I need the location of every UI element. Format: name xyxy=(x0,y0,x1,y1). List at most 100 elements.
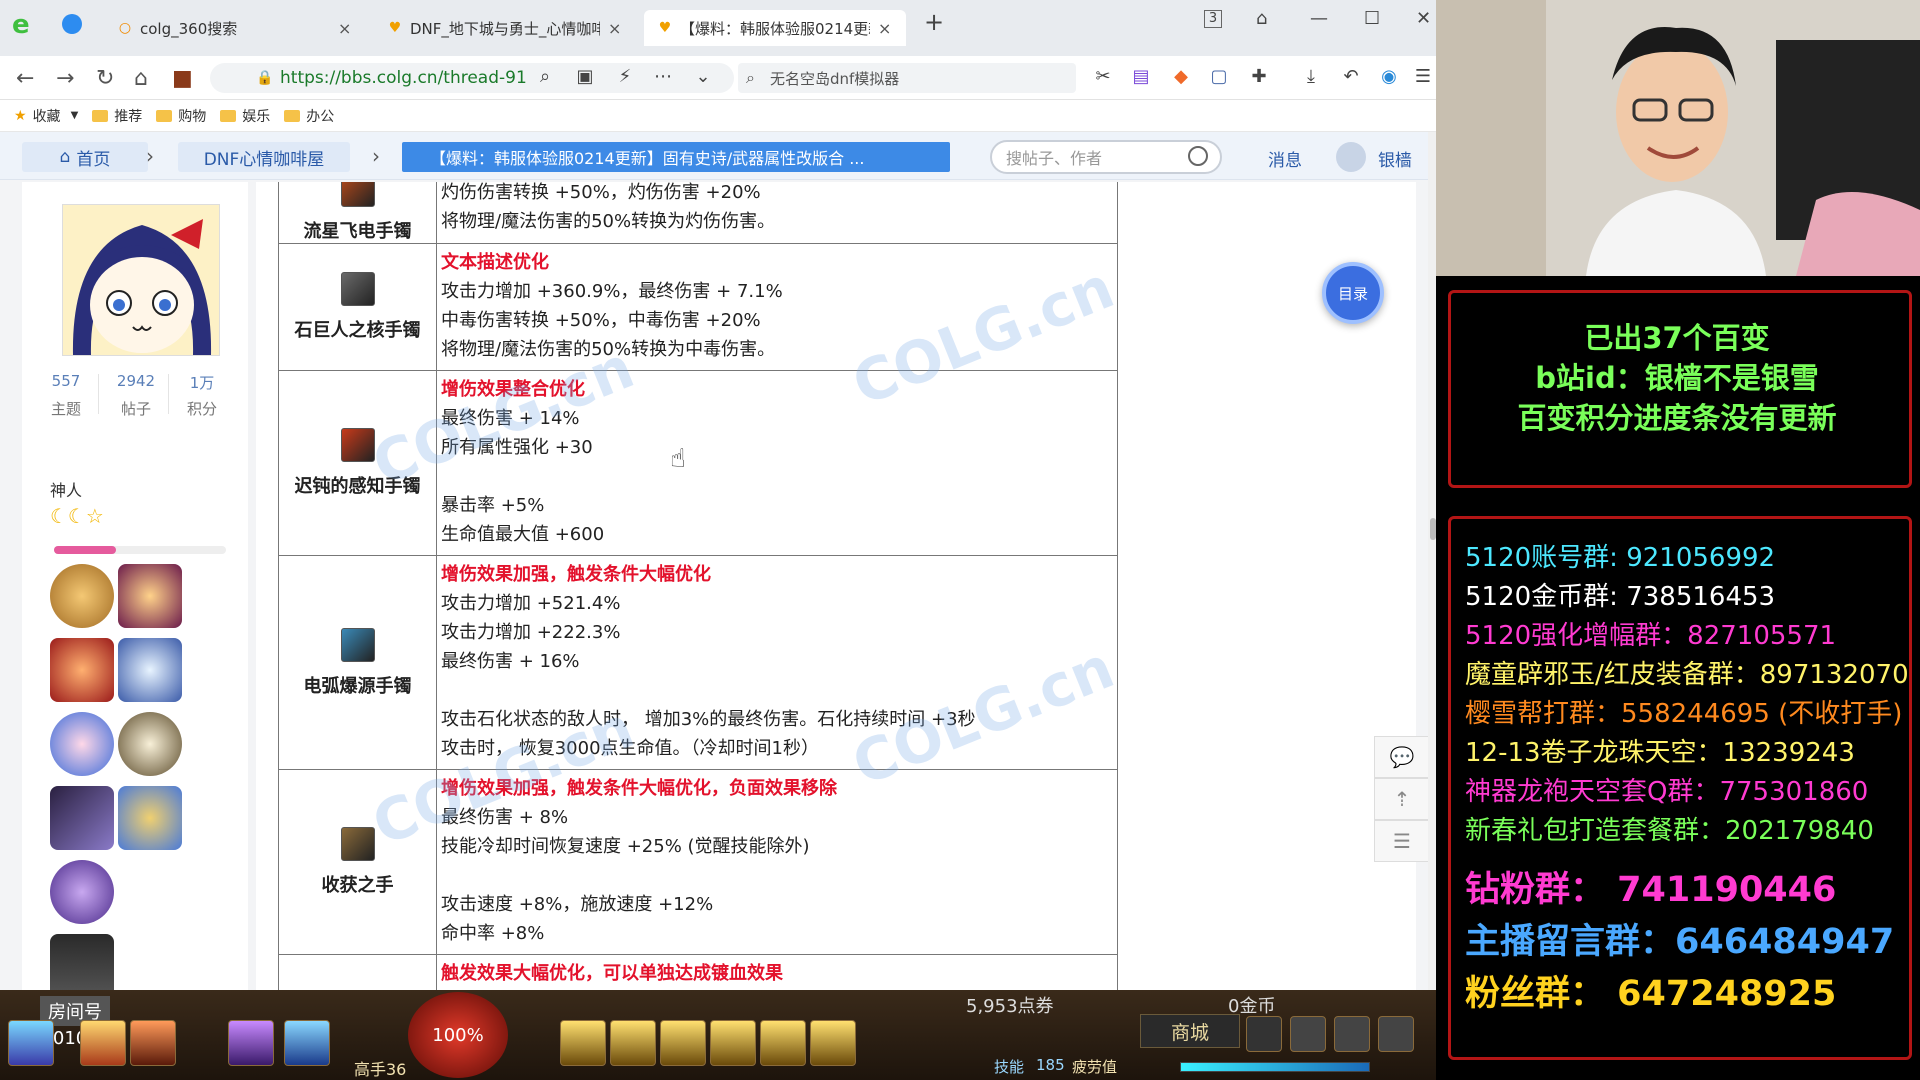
menu-slot-icon[interactable] xyxy=(1378,1016,1414,1052)
toc-button[interactable]: 目录 xyxy=(1322,262,1384,324)
medal-red-icon[interactable] xyxy=(50,638,114,702)
close-icon[interactable]: × xyxy=(608,19,621,38)
download-icon[interactable]: ⤓ xyxy=(1300,66,1322,88)
medal-hex-icon[interactable] xyxy=(50,860,114,924)
hp-orb: 100% xyxy=(408,992,508,1078)
close-icon[interactable]: × xyxy=(878,19,891,38)
lightning-icon[interactable]: ⚡ xyxy=(614,66,636,88)
send-icon[interactable] xyxy=(62,14,82,34)
thread-title[interactable]: 【爆料：韩服体验服0214更新】固有史诗/武器属性改版合 ... xyxy=(402,142,950,172)
stat-points-value[interactable]: 1万 xyxy=(172,372,232,393)
search-icon: ○ xyxy=(118,20,132,36)
image-icon[interactable]: ▣ xyxy=(574,66,596,88)
skill-slot-icon[interactable] xyxy=(560,1020,606,1066)
undo-icon[interactable]: ↶ xyxy=(1340,66,1362,88)
item-icon xyxy=(340,272,375,306)
close-window-button[interactable]: ✕ xyxy=(1416,8,1431,29)
menu-grid-icon[interactable] xyxy=(1246,1016,1282,1052)
medal-badge-icon[interactable] xyxy=(118,712,182,776)
more-icon[interactable]: ⋯ xyxy=(652,66,674,88)
close-icon[interactable]: × xyxy=(338,19,351,38)
comment-button[interactable]: 💬 xyxy=(1374,736,1430,778)
bookmark-folder[interactable]: 娱乐 xyxy=(220,106,270,126)
shop-button[interactable]: 商城 xyxy=(1140,1014,1240,1048)
level-progress-bar xyxy=(54,546,226,554)
medal-monkey-icon[interactable] xyxy=(50,564,114,628)
skill-slot-icon[interactable] xyxy=(228,1020,274,1066)
maximize-button[interactable]: ☐ xyxy=(1364,8,1380,29)
home-button[interactable]: ⌂ xyxy=(134,66,148,91)
stat-line: 命中率 +8% xyxy=(441,923,545,944)
scissors-icon[interactable]: ✂ xyxy=(1092,66,1114,88)
puzzle-icon[interactable]: ✚ xyxy=(1248,66,1270,88)
tab-title: DNF_地下城与勇士_心情咖啡屋 xyxy=(410,19,600,38)
menu-slot-icon[interactable] xyxy=(1290,1016,1326,1052)
browser-logo-icon: e xyxy=(12,10,30,40)
skill-slot-icon[interactable] xyxy=(130,1020,176,1066)
browser-search-input[interactable]: ⌕ 无名空岛dnf模拟器 xyxy=(738,63,1076,93)
group-line: 5120强化增幅群：827105571 xyxy=(1465,621,1837,651)
skill-slot-icon[interactable] xyxy=(810,1020,856,1066)
box-icon[interactable]: ▢ xyxy=(1208,66,1230,88)
tab-dnf-forum[interactable]: ♥ DNF_地下城与勇士_心情咖啡屋 × xyxy=(374,10,636,46)
user-avatar-icon[interactable] xyxy=(1336,142,1366,172)
breadcrumb-board[interactable]: DNF心情咖啡屋 xyxy=(178,142,350,172)
group-line: 樱雪帮打群：558244695 (不收打手) xyxy=(1465,699,1903,729)
chevron-down-icon[interactable]: ⌄ xyxy=(692,66,714,88)
stat-posts-value[interactable]: 2942 xyxy=(106,372,166,390)
bookmark-folder[interactable]: 办公 xyxy=(284,106,334,126)
messages-link[interactable]: 消息 xyxy=(1268,146,1302,171)
shirt-icon[interactable]: ⌂ xyxy=(1256,8,1267,29)
zoom-icon[interactable]: ⌕ xyxy=(534,66,556,88)
profile-icon[interactable]: ◉ xyxy=(1378,66,1400,88)
minimize-button[interactable]: — xyxy=(1310,8,1328,29)
skill-slot-icon[interactable] xyxy=(8,1020,54,1066)
avatar[interactable] xyxy=(62,204,220,356)
new-tab-button[interactable]: + xyxy=(924,8,944,36)
folder-icon xyxy=(220,109,237,122)
medal-portrait-icon[interactable] xyxy=(50,934,114,990)
breadcrumb-home[interactable]: ⌂ 首页 xyxy=(22,142,148,172)
item-icon xyxy=(340,827,375,861)
scroll-top-button[interactable]: ⇡ xyxy=(1374,778,1430,820)
medal-crystal-icon[interactable] xyxy=(118,638,182,702)
medal-flame-icon[interactable] xyxy=(118,564,182,628)
skill-slot-icon[interactable] xyxy=(660,1020,706,1066)
forum-search-input[interactable]: 搜帖子、作者 xyxy=(990,140,1222,174)
bookmark-favorites[interactable]: ★ 收藏 ▼ xyxy=(14,106,78,126)
group-list-panel: 5120账号群: 921056992 5120金币群: 738516453 5120… xyxy=(1448,516,1912,1060)
chevron-right-icon: › xyxy=(372,144,380,168)
webcam-feed xyxy=(1436,0,1920,276)
tab-bar: e ○ colg_360搜索 × ♥ DNF_地下城与勇士_心情咖啡屋 × ♥ … xyxy=(0,0,1436,56)
list-button[interactable]: ☰ xyxy=(1374,820,1430,862)
back-button[interactable]: ← xyxy=(16,66,34,91)
search-icon[interactable] xyxy=(1188,146,1208,166)
game-icon[interactable]: ◆ xyxy=(1170,66,1192,88)
medal-shield-icon[interactable] xyxy=(118,786,182,850)
tab-thread-active[interactable]: ♥ 【爆料：韩服体验服0214更新 × xyxy=(644,10,906,46)
bookmark-folder[interactable]: 购物 xyxy=(156,106,206,126)
scrollbar[interactable] xyxy=(1428,132,1436,990)
skill-slot-icon[interactable] xyxy=(284,1020,330,1066)
bookmark-folder[interactable]: 推荐 xyxy=(92,106,142,126)
skill-slot-icon[interactable] xyxy=(760,1020,806,1066)
skill-slot-icon[interactable] xyxy=(80,1020,126,1066)
username-link[interactable]: 银樯 xyxy=(1378,146,1412,171)
tab-colg-search[interactable]: ○ colg_360搜索 × xyxy=(104,10,366,46)
reload-button[interactable]: ↻ xyxy=(96,66,114,91)
tab-count-badge[interactable]: 3 xyxy=(1204,10,1222,28)
medal-dark-icon[interactable] xyxy=(50,786,114,850)
star-icon: ★ xyxy=(14,107,27,124)
bookmark-label: 购物 xyxy=(178,108,207,125)
extension-icon[interactable]: ■ xyxy=(172,66,193,91)
menu-slot-icon[interactable] xyxy=(1334,1016,1370,1052)
item-name-cell xyxy=(278,954,437,990)
translate-icon[interactable]: ▤ xyxy=(1130,66,1152,88)
stat-topics-value[interactable]: 557 xyxy=(36,372,96,390)
medal-girl-icon[interactable] xyxy=(50,712,114,776)
skill-slot-icon[interactable] xyxy=(610,1020,656,1066)
menu-icon[interactable]: ☰ xyxy=(1412,66,1434,88)
skill-slot-icon[interactable] xyxy=(710,1020,756,1066)
stat-posts-label: 帖子 xyxy=(120,400,151,418)
forward-button[interactable]: → xyxy=(56,66,74,91)
